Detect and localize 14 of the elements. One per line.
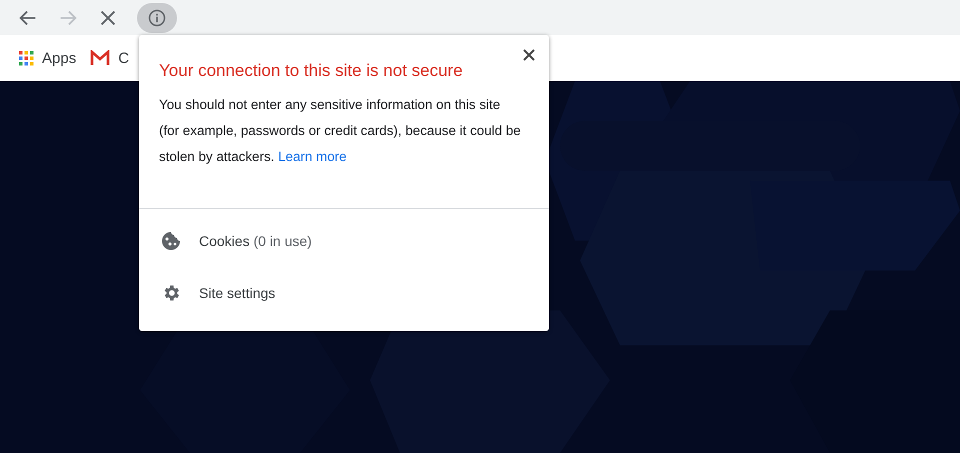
warning-title: Your connection to this site is not secure	[159, 61, 464, 81]
site-info-button[interactable]	[137, 2, 177, 32]
close-button[interactable]	[521, 47, 537, 63]
cookies-item[interactable]: Cookies (0 in use)	[139, 231, 312, 251]
learn-more-link[interactable]: Learn more	[278, 149, 347, 164]
site-settings-item[interactable]: Site settings	[139, 283, 276, 303]
bookmark-item[interactable]: C	[90, 50, 130, 66]
info-icon	[147, 8, 167, 28]
bookmark-item[interactable]: Apps	[18, 50, 76, 66]
cookie-icon	[161, 231, 181, 251]
mail-icon	[90, 50, 110, 66]
warning-text: You should not enter any sensitive information on this site (for example, passwords or credit cards), because it could be stolen by attackers. Learn more	[159, 96, 522, 166]
apps-grid-icon	[18, 50, 34, 66]
close-icon	[523, 49, 535, 61]
